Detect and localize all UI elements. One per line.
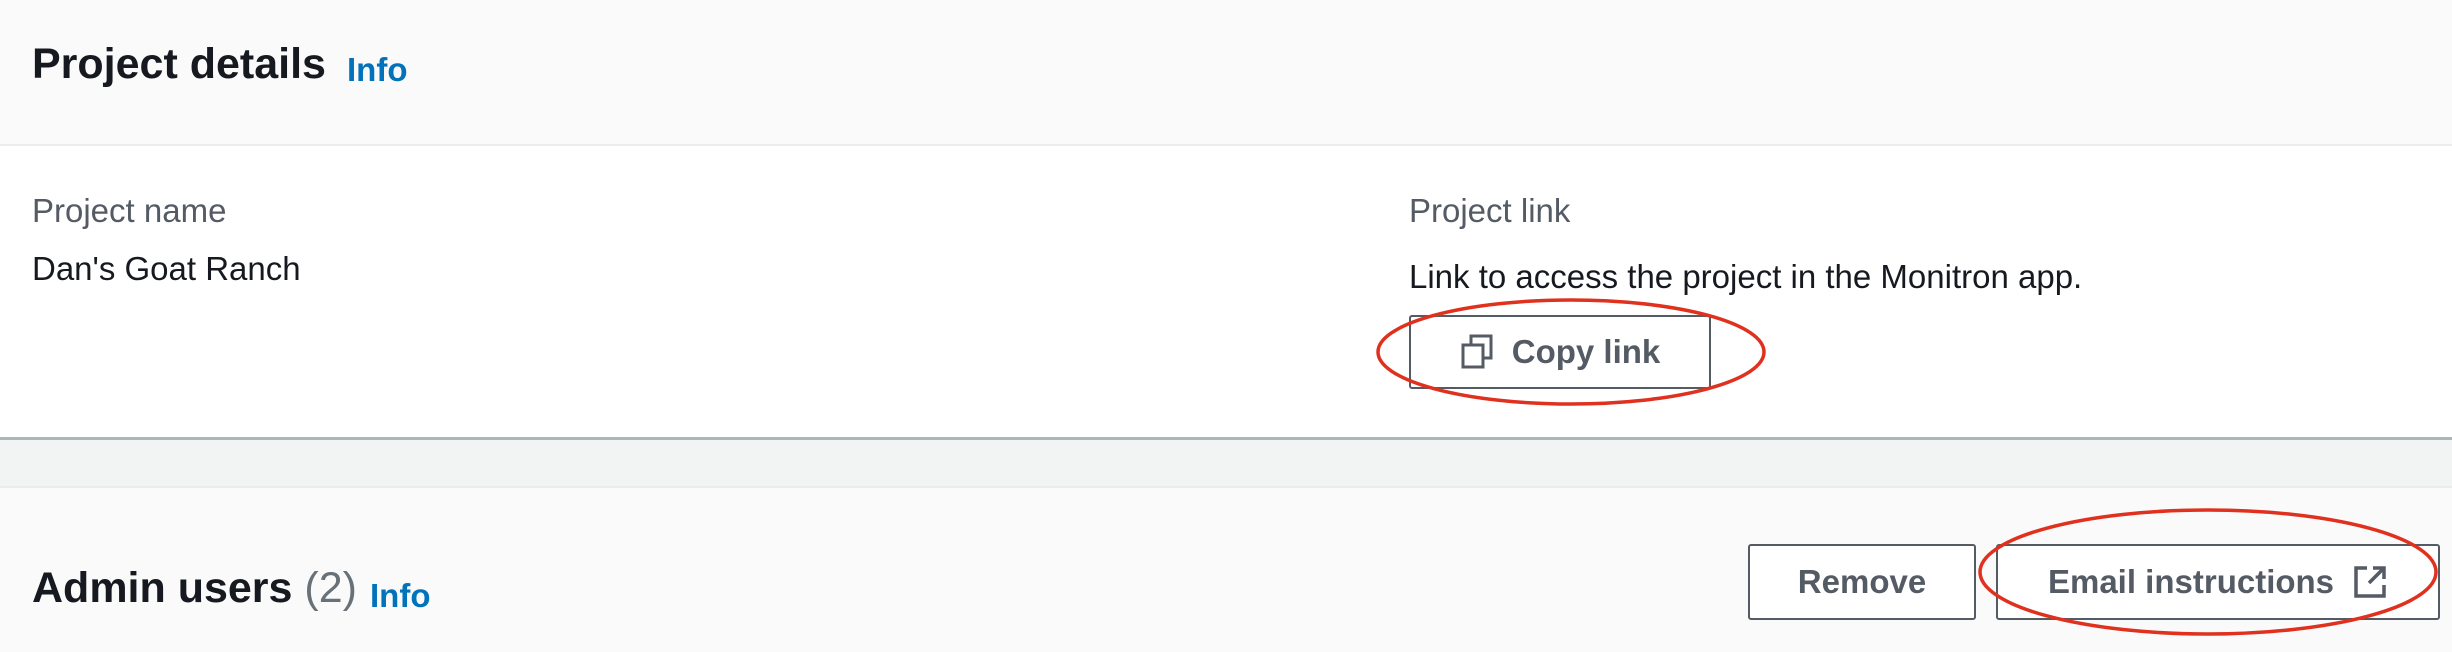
remove-button[interactable]: Remove <box>1748 544 1976 620</box>
external-link-icon <box>2352 564 2388 600</box>
project-name-label: Project name <box>32 192 227 229</box>
remove-button-label: Remove <box>1797 563 1927 600</box>
admin-users-title-text: Admin users <box>32 564 293 612</box>
admin-users-info-link[interactable]: Info <box>370 577 430 615</box>
admin-users-count: (2) <box>304 564 357 612</box>
copy-icon <box>1460 334 1494 370</box>
project-link-description: Link to access the project in the Monitr… <box>1409 258 2083 295</box>
project-details-title: Project details <box>32 40 326 88</box>
copy-link-button[interactable]: Copy link <box>1409 315 1711 389</box>
admin-users-title: Admin users (2) <box>32 564 357 613</box>
project-link-label: Project link <box>1409 192 1571 229</box>
project-name-value: Dan's Goat Ranch <box>32 250 301 287</box>
admin-users-section: Admin users (2) Info Remove Email instru… <box>0 486 2452 652</box>
project-details-header: Project details Info <box>0 0 2452 146</box>
copy-link-label: Copy link <box>1511 333 1661 370</box>
email-instructions-label: Email instructions <box>2047 563 2335 600</box>
project-details-body: Project name Dan's Goat Ranch Project li… <box>0 146 2452 440</box>
project-details-info-link[interactable]: Info <box>347 51 407 89</box>
email-instructions-button[interactable]: Email instructions <box>1996 544 2440 620</box>
